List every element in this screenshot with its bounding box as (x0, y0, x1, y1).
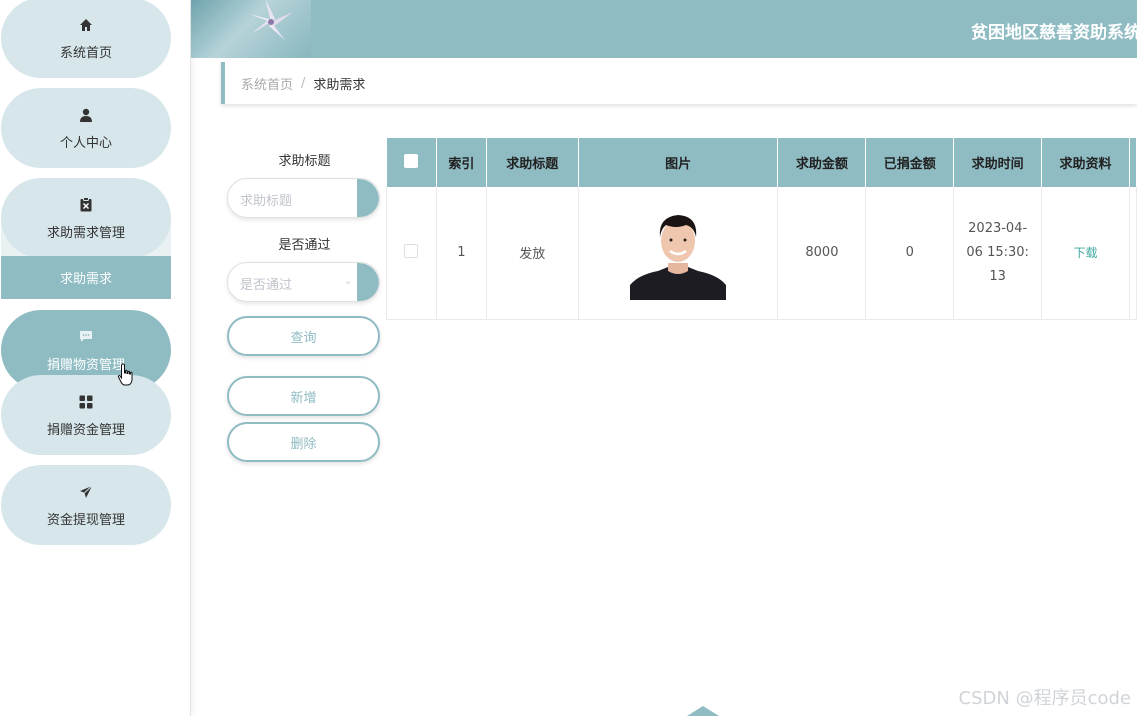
time-line: 13 (989, 268, 1006, 284)
header-decoration (191, 0, 311, 58)
cell-image (578, 187, 779, 320)
sidebar-item-fund-donation-management[interactable]: 捐赠资金管理 (1, 375, 171, 455)
sidebar-item-label: 捐赠物资管理 (46, 357, 125, 373)
grid-icon (79, 393, 93, 411)
pointer-cursor-icon (117, 363, 135, 391)
cell-overflow (1129, 187, 1137, 320)
sidebar-item-home[interactable]: 系统首页 (1, 0, 171, 78)
breadcrumb-current: 求助需求 (313, 77, 366, 93)
cell-time: 2023-04- 06 15:30: 13 (953, 187, 1043, 320)
decorative-triangle (687, 706, 719, 716)
chevron-down-icon: ⌄ (343, 274, 353, 287)
watermark: CSDN @程序员code (958, 688, 1131, 709)
title-filter-label: 求助标题 (278, 154, 331, 169)
top-header: 贫困地区慈善资助系统 (191, 0, 1137, 58)
column-header-overflow (1129, 138, 1137, 187)
breadcrumb: 系统首页 / 求助需求 (221, 62, 1137, 104)
sidebar: 系统首页 个人中心 求助需求管理 求助需求 捐赠物资管理 捐赠资金管理 资金提现… (0, 0, 191, 716)
sidebar-item-label: 个人中心 (59, 135, 112, 151)
sidebar-item-label: 求助需求管理 (46, 225, 125, 241)
cell-title: 发放 (486, 187, 579, 320)
time-line: 06 15:30: (966, 244, 1029, 260)
column-header-title: 求助标题 (486, 138, 579, 187)
cell-donated: 0 (865, 187, 955, 320)
cell-amount: 8000 (777, 187, 867, 320)
user-icon (79, 106, 93, 124)
applicant-photo[interactable] (628, 202, 729, 303)
add-button[interactable]: 新增 (227, 376, 380, 416)
column-header-material: 求助资料 (1041, 138, 1130, 187)
help-request-table: 索引 求助标题 图片 求助金额 已捐金额 求助时间 求助资料 1 发放 8000… (386, 138, 1137, 320)
sidebar-item-personal-center[interactable]: 个人中心 (1, 88, 171, 168)
input-accent-cap (357, 179, 379, 217)
column-header-time: 求助时间 (953, 138, 1043, 187)
send-icon (79, 483, 93, 501)
sidebar-item-label: 资金提现管理 (46, 512, 125, 528)
title-search-placeholder: 求助标题 (240, 194, 293, 209)
sidebar-item-label: 系统首页 (59, 45, 112, 61)
download-link[interactable]: 下载 (1074, 246, 1098, 260)
table-row[interactable]: 1 发放 8000 0 2023-04- 06 15:30: 13 下载 (386, 187, 1137, 320)
query-button[interactable]: 查询 (227, 316, 380, 356)
submenu-item-help-request[interactable]: 求助需求 (1, 256, 171, 299)
sidebar-item-label: 捐赠资金管理 (46, 422, 125, 438)
approved-filter-label: 是否通过 (278, 238, 331, 253)
select-all-checkbox[interactable] (404, 153, 419, 168)
clipboard-icon (80, 196, 92, 214)
approved-select[interactable]: 是否通过 ⌄ (227, 262, 380, 302)
sidebar-item-withdrawal-management[interactable]: 资金提现管理 (1, 465, 171, 545)
column-header-amount: 求助金额 (777, 138, 867, 187)
row-checkbox[interactable] (404, 243, 419, 258)
column-header-image: 图片 (578, 138, 779, 187)
cell-material: 下载 (1041, 187, 1130, 320)
delete-button[interactable]: 删除 (227, 422, 380, 462)
column-header-index: 索引 (436, 138, 487, 187)
home-icon (79, 16, 93, 34)
column-header-donated: 已捐金额 (865, 138, 955, 187)
cell-index: 1 (436, 187, 487, 320)
app-title: 贫困地区慈善资助系统 (971, 23, 1137, 43)
time-line: 2023-04- (968, 220, 1028, 236)
title-search-input[interactable]: 求助标题 (227, 178, 380, 218)
sidebar-item-help-request-management[interactable]: 求助需求管理 (1, 178, 171, 258)
row-select-cell (386, 187, 437, 320)
flower-icon (249, 0, 293, 40)
select-all-header (386, 138, 437, 187)
breadcrumb-separator: / (301, 75, 306, 91)
input-accent-cap (357, 263, 379, 301)
breadcrumb-home-link[interactable]: 系统首页 (241, 74, 293, 93)
chat-icon (79, 328, 93, 346)
approved-select-placeholder: 是否通过 (240, 278, 293, 293)
table-header-row: 索引 求助标题 图片 求助金额 已捐金额 求助时间 求助资料 (386, 138, 1137, 187)
